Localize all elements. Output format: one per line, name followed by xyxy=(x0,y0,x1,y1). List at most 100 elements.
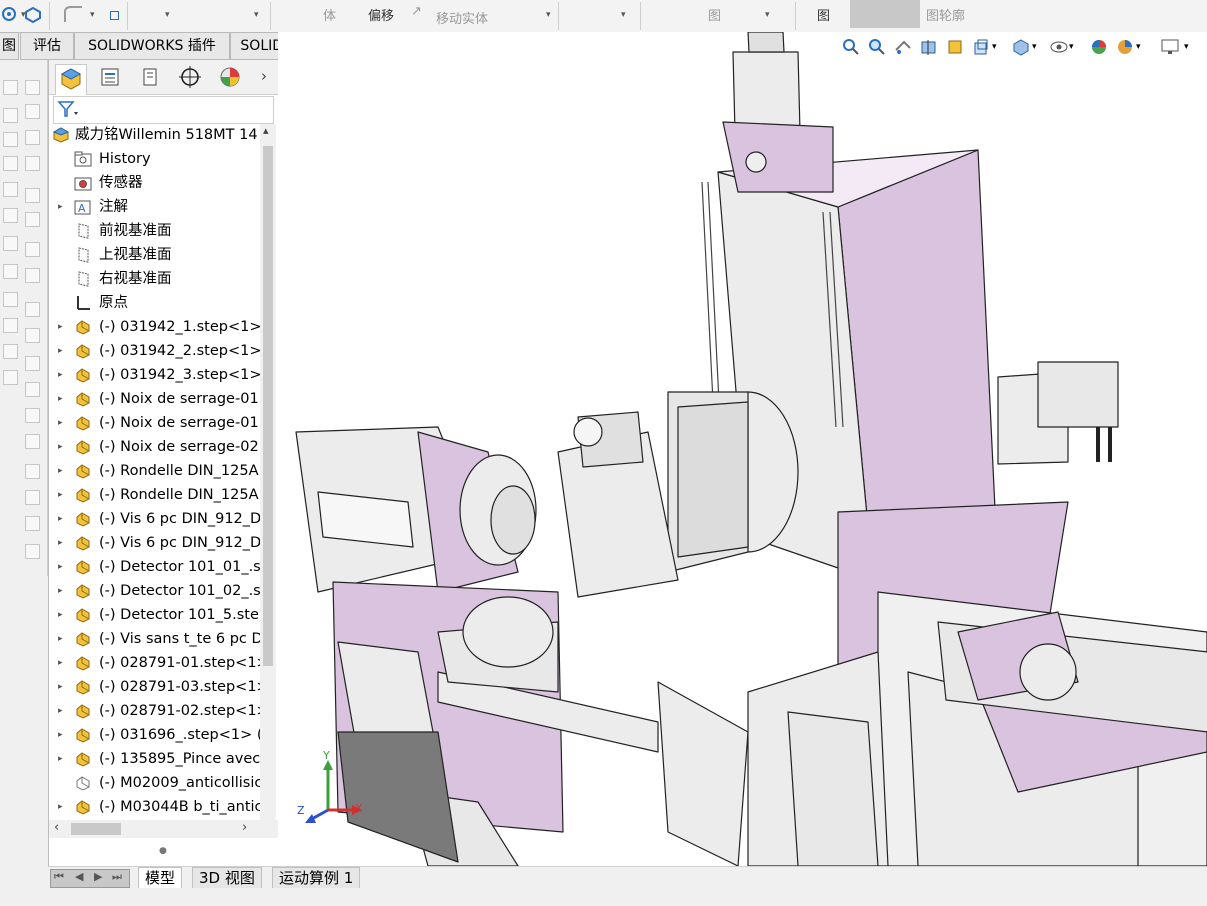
toolbar-icon[interactable] xyxy=(3,370,18,385)
expand-arrow-icon[interactable]: ▸ xyxy=(58,556,63,578)
toolbar-icon[interactable] xyxy=(25,104,40,119)
feature-tree-tab[interactable] xyxy=(55,64,87,95)
ribbon-label-view2[interactable]: 图 xyxy=(817,5,830,24)
toolbar-icon[interactable] xyxy=(25,434,40,449)
toolbar-icon[interactable] xyxy=(25,382,40,397)
toolbar-icon[interactable] xyxy=(25,302,40,317)
expand-arrow-icon[interactable]: ▸ xyxy=(58,676,63,698)
chevron-down-icon[interactable]: ▾ xyxy=(546,10,551,20)
display-manager-tab[interactable] xyxy=(215,64,245,90)
scroll-right-icon[interactable]: › xyxy=(242,820,247,835)
toolbar-icon[interactable] xyxy=(3,156,18,171)
scrollbar-thumb[interactable] xyxy=(263,146,273,666)
expand-arrow-icon[interactable]: ▸ xyxy=(58,364,63,386)
dimxpert-tab[interactable] xyxy=(175,64,205,90)
toolbar-icon[interactable] xyxy=(3,292,18,307)
chevron-down-icon[interactable]: ▾ xyxy=(621,10,626,20)
expand-arrow-icon[interactable]: ▸ xyxy=(58,532,63,554)
next-tab-icon[interactable]: ▶ xyxy=(94,870,102,883)
expand-arrow-icon[interactable]: ▸ xyxy=(58,196,63,218)
expand-arrow-icon[interactable]: ▸ xyxy=(58,316,63,338)
tree-vertical-scrollbar[interactable]: ▴ xyxy=(260,124,276,820)
toolbar-icon[interactable] xyxy=(3,318,18,333)
expand-arrow-icon[interactable]: ▸ xyxy=(58,652,63,674)
toolbar-icon[interactable] xyxy=(3,132,18,147)
scroll-up-icon[interactable]: ▴ xyxy=(263,124,269,137)
move-entity-button[interactable]: 移动实体 xyxy=(436,8,488,27)
toolbar-icon[interactable] xyxy=(3,264,18,279)
filter-icon[interactable] xyxy=(57,100,79,122)
toolbar-icon[interactable] xyxy=(25,188,40,203)
tree-filter[interactable] xyxy=(53,96,274,124)
sketch-tool-icon[interactable] xyxy=(1,6,17,22)
chevron-down-icon[interactable]: ▾ xyxy=(765,10,770,20)
expand-arrow-icon[interactable]: ▸ xyxy=(58,412,63,434)
chevron-down-icon[interactable]: ▾ xyxy=(90,10,95,20)
tab-motion-study[interactable]: 运动算例 1 xyxy=(272,867,361,890)
ribbon-selected-tool[interactable] xyxy=(850,0,920,28)
toolbar-icon[interactable] xyxy=(25,130,40,145)
graphics-area[interactable]: ▾ ▾ ▾ ▾ ▾ Y X Z xyxy=(278,32,1207,866)
last-tab-icon[interactable]: ⏭ xyxy=(112,870,122,884)
expand-arrow-icon[interactable]: ▸ xyxy=(58,436,63,458)
expand-arrow-icon[interactable]: ▸ xyxy=(58,700,63,722)
expand-arrow-icon[interactable]: ▸ xyxy=(58,388,63,410)
toolbar-icon[interactable] xyxy=(3,344,18,359)
profile-button[interactable]: 图轮廓 xyxy=(926,5,965,24)
expand-arrow-icon[interactable]: ▸ xyxy=(58,484,63,506)
offset-button[interactable]: 偏移 xyxy=(368,5,394,24)
expand-arrow-icon[interactable]: ▸ xyxy=(58,508,63,530)
toolbar-icon[interactable] xyxy=(25,544,40,559)
fillet-tool-icon[interactable] xyxy=(62,4,84,24)
expand-arrow-icon[interactable]: ▸ xyxy=(58,724,63,746)
tree-horizontal-scrollbar[interactable]: ‹ › xyxy=(49,820,278,838)
ribbon-label-view[interactable]: 图 xyxy=(708,5,721,24)
expand-arrow-icon[interactable]: ▸ xyxy=(58,460,63,482)
chevron-down-icon[interactable]: ▾ xyxy=(165,10,170,20)
toolbar-icon[interactable] xyxy=(25,408,40,423)
expand-arrow-icon[interactable]: ▸ xyxy=(58,628,63,650)
toolbar-icon[interactable] xyxy=(25,268,40,283)
cad-model-viewport[interactable] xyxy=(278,32,1207,866)
expand-arrow-icon[interactable]: ▸ xyxy=(58,604,63,626)
chevron-right-icon[interactable]: › xyxy=(261,67,267,85)
first-tab-icon[interactable]: ⏮ xyxy=(54,870,64,884)
toolbar-icon[interactable] xyxy=(25,356,40,371)
scroll-left-icon[interactable]: ‹ xyxy=(54,820,59,835)
tab-partial[interactable]: 图 xyxy=(0,32,19,60)
expand-arrow-icon[interactable]: ▸ xyxy=(58,580,63,602)
toolbar-icon[interactable] xyxy=(3,80,18,95)
ribbon-label-body[interactable]: 体 xyxy=(323,5,336,24)
chevron-down-icon[interactable]: ▾ xyxy=(254,10,259,20)
toolbar-icon[interactable] xyxy=(25,80,40,95)
toolbar-icon[interactable] xyxy=(25,328,40,343)
tab-3d-view[interactable]: 3D 视图 xyxy=(192,867,262,890)
scrollbar-thumb[interactable] xyxy=(71,823,121,835)
tab-navigation-buttons[interactable]: ⏮ ◀ ▶ ⏭ xyxy=(50,869,130,888)
toolbar-icon[interactable] xyxy=(3,208,18,223)
toolbar-icon[interactable] xyxy=(25,242,40,257)
point-tool-icon[interactable] xyxy=(110,11,119,20)
toolbar-icon[interactable] xyxy=(25,156,40,171)
toolbar-icon[interactable] xyxy=(3,182,18,197)
prev-tab-icon[interactable]: ◀ xyxy=(75,870,83,883)
tab-solidworks-addins[interactable]: SOLIDWORKS 插件 xyxy=(74,32,230,60)
toolbar-icon[interactable] xyxy=(25,490,40,505)
polygon-tool-icon[interactable] xyxy=(24,6,42,24)
part-icon xyxy=(74,367,92,383)
panel-resize-handle[interactable]: ● xyxy=(159,846,167,856)
tab-model[interactable]: 模型 xyxy=(138,867,183,890)
tab-evaluate[interactable]: 评估 xyxy=(20,32,74,60)
toolbar-icon[interactable] xyxy=(25,464,40,479)
toolbar-icon[interactable] xyxy=(3,236,18,251)
expand-arrow-icon[interactable]: ▸ xyxy=(58,748,63,770)
move-entity-icon[interactable]: ↗ xyxy=(411,4,422,19)
expand-arrow-icon[interactable]: ▸ xyxy=(58,340,63,362)
property-manager-tab[interactable] xyxy=(95,64,125,90)
toolbar-icon[interactable] xyxy=(25,516,40,531)
expand-arrow-icon[interactable]: ▸ xyxy=(58,796,63,818)
configuration-manager-tab[interactable] xyxy=(135,64,165,90)
feature-tree: 威力铭Willemin 518MT 14 History 传感器 ▸ A 注解 前视基准面… xyxy=(49,124,260,820)
toolbar-icon[interactable] xyxy=(25,212,40,227)
toolbar-icon[interactable] xyxy=(3,108,18,123)
